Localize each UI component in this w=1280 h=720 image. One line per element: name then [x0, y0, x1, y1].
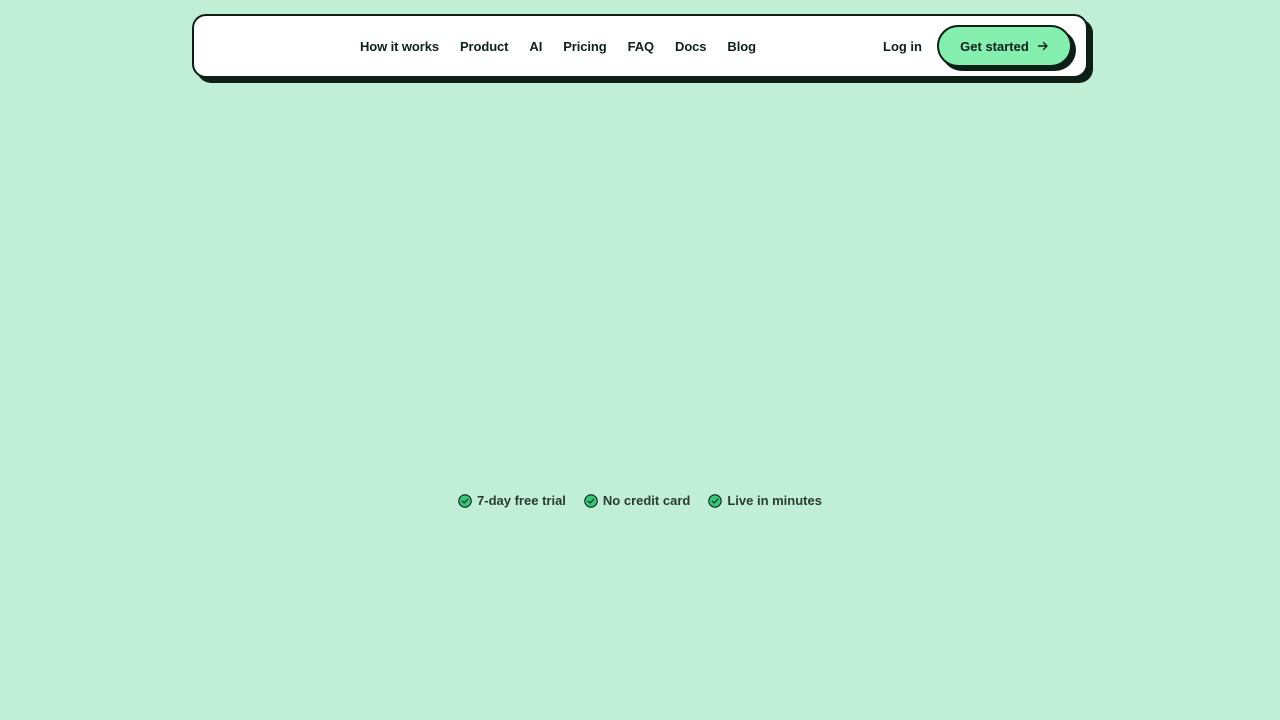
nav-link-how-it-works[interactable]: How it works	[360, 39, 439, 54]
nav-link-docs[interactable]: Docs	[675, 39, 706, 54]
top-navbar: How it works Product AI Pricing FAQ Docs…	[192, 14, 1093, 83]
nav-link-ai[interactable]: AI	[529, 39, 542, 54]
nav-link-pricing[interactable]: Pricing	[563, 39, 606, 54]
nav-links: How it works Product AI Pricing FAQ Docs…	[360, 16, 756, 76]
badge-free-trial: 7-day free trial	[458, 493, 566, 508]
badge-label: No credit card	[602, 493, 691, 508]
badge-live-in-minutes: Live in minutes	[708, 493, 822, 508]
check-circle-icon	[458, 493, 472, 508]
get-started-cta: Get started	[937, 25, 1076, 71]
badge-label: 7-day free trial	[477, 493, 566, 508]
nav-link-product[interactable]: Product	[460, 39, 509, 54]
nav-link-faq[interactable]: FAQ	[628, 39, 655, 54]
get-started-label: Get started	[960, 38, 1029, 54]
navbar: How it works Product AI Pricing FAQ Docs…	[192, 14, 1088, 78]
badge-label: Live in minutes	[727, 493, 822, 508]
login-link[interactable]: Log in	[883, 16, 922, 76]
arrow-right-icon	[1037, 41, 1048, 51]
badge-no-credit-card: No credit card	[584, 493, 690, 508]
check-circle-icon	[584, 493, 598, 508]
check-circle-icon	[708, 493, 723, 508]
get-started-button[interactable]: Get started	[937, 25, 1072, 67]
nav-link-blog[interactable]: Blog	[727, 39, 756, 54]
trust-badges: 7-day free trial No credit card Live in …	[0, 493, 1280, 508]
